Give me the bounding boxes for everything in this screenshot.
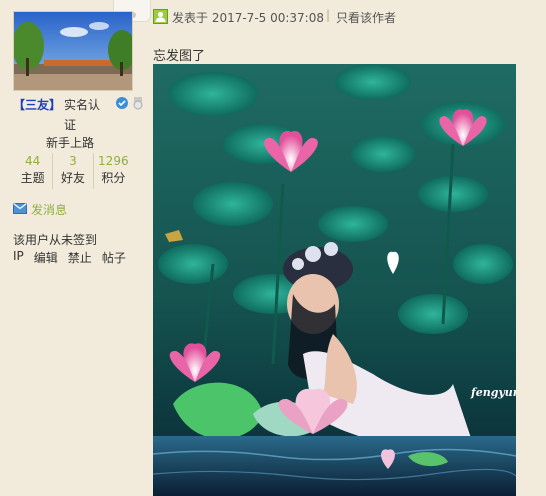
stat-value: 1296 [98,154,129,168]
online-status-icon [153,9,168,27]
envelope-icon [13,203,27,217]
verified-badge-icon [115,96,129,113]
avatar[interactable] [13,11,133,91]
stat-label: 积分 [101,171,126,185]
post-image[interactable]: fengyun [153,64,516,496]
admin-link-ban[interactable]: 禁止 [68,249,92,266]
send-message-label: 发消息 [31,203,68,217]
user-stats: 44 主题 3 好友 1296 积分 [13,153,133,189]
image-watermark: fengyun [471,386,516,399]
only-author-link[interactable]: 只看该作者 [336,9,396,26]
stat-value: 44 [25,154,41,168]
admin-link-ip[interactable]: IP [13,249,24,266]
forum-post-page: 【三友】 实名认 证 新手上路 44 主题 3 好友 1296 积分 发消息 该… [0,0,546,496]
username-link[interactable]: 【三友】 [13,96,61,113]
verify-label: 实名认 [64,98,101,112]
post-date: 发表于 2017-7-5 00:37:08 [172,11,324,25]
stat-value: 3 [69,154,77,168]
verify-label-cont: 证 [64,118,77,132]
post-text: 忘发图了 [153,49,206,64]
medal-icon [131,96,145,113]
stat-points[interactable]: 1296 积分 [94,153,133,189]
admin-link-edit[interactable]: 编辑 [34,249,58,266]
header-separator: | [326,8,331,22]
user-rank: 新手上路 [45,136,94,150]
stat-label: 主题 [20,171,45,185]
stat-topics[interactable]: 44 主题 [13,153,54,189]
admin-links: IP 编辑 禁止 帖子 [13,249,126,266]
stat-friends[interactable]: 3 好友 [53,153,94,189]
admin-link-posts[interactable]: 帖子 [102,249,126,266]
user-info-panel: 【三友】 实名认 证 新手上路 44 主题 3 好友 1296 积分 发消息 该… [0,0,143,496]
sign-in-status: 该用户从未签到 [13,233,98,247]
stat-label: 好友 [60,171,85,185]
